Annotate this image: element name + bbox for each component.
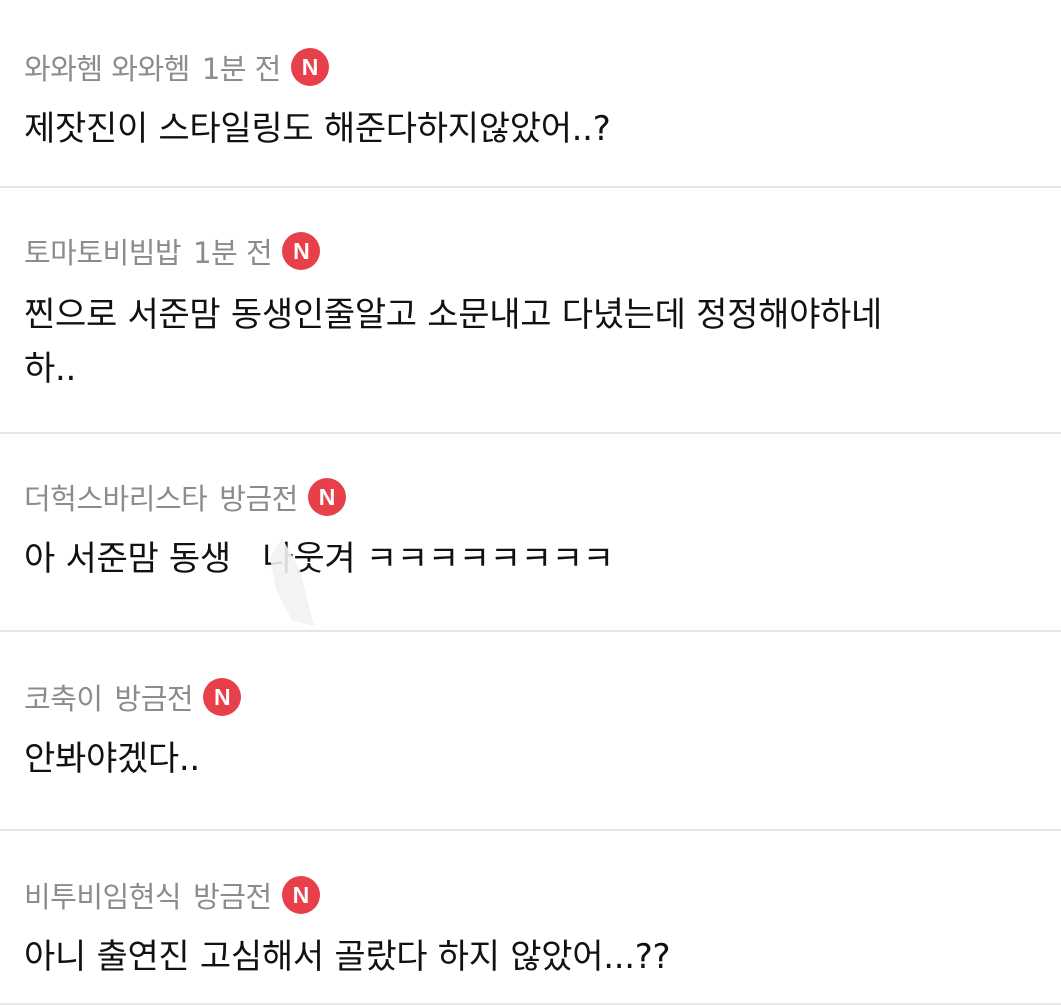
new-badge: N [290,48,329,86]
comment-time: 방금전 [114,682,194,716]
comment-item[interactable]: 비투비임현식 방금전 N 아니 출연진 고심해서 골랐다 하지 않았어...?? [0,831,1061,1005]
comment-list: 와와헴 와와헴 1분 전 N 제잣진이 스타일링도 해준다하지않았어..? 토마… [0,0,1061,1005]
comment-item[interactable]: 토마토비빔밥 1분 전 N 찐으로 서준맘 동생인줄알고 소문내고 다녔는데 정… [0,188,1061,434]
comment-meta: 와와헴 와와헴 1분 전 N [24,46,1037,88]
comment-text: 안봐야겠다.. [24,739,200,779]
comment-author[interactable]: 와와헴 와와헴 [24,46,190,88]
comment-text: 아니 출연진 고심해서 골랐다 하지 않았어...?? [24,937,671,977]
comment-meta: 토마토비빔밥 1분 전 N [24,230,1037,272]
comment-time: 방금전 [193,880,272,914]
comment-time: 방금전 [219,482,298,516]
comment-time: 1분 전 [201,52,282,86]
comment-text: 찐으로 서준맘 동생인줄알고 소문내고 다녔는데 정정해야하네 하.. [24,295,883,389]
comment-item[interactable]: 코축이 방금전 N 안봐야겠다.. [0,632,1061,831]
comment-text: 아 서준맘 동생 나웃겨 ㅋㅋㅋㅋㅋㅋㅋㅋ [24,539,614,579]
comment-meta: 비투비임현식 방금전 N [24,874,1037,916]
new-badge: N [307,478,346,516]
new-badge: N [281,876,320,914]
comment-meta: 코축이 방금전 N [24,676,1037,718]
comment-author[interactable]: 비투비임현식 [24,874,182,916]
comment-item[interactable]: 와와헴 와와헴 1분 전 N 제잣진이 스타일링도 해준다하지않았어..? [0,0,1061,188]
comment-author[interactable]: 토마토비빔밥 [24,230,182,272]
new-badge: N [282,232,321,270]
comment-author[interactable]: 더헉스바리스타 [24,476,208,518]
comment-meta: 더헉스바리스타 방금전 N [24,476,1037,518]
comment-item[interactable]: 더헉스바리스타 방금전 N 아 서준맘 동생 나웃겨 ㅋㅋㅋㅋㅋㅋㅋㅋ [0,434,1061,632]
comment-text: 제잣진이 스타일링도 해준다하지않았어..? [24,109,611,149]
new-badge: N [203,678,242,716]
comment-author[interactable]: 코축이 [24,676,103,718]
comment-time: 1분 전 [193,236,273,270]
